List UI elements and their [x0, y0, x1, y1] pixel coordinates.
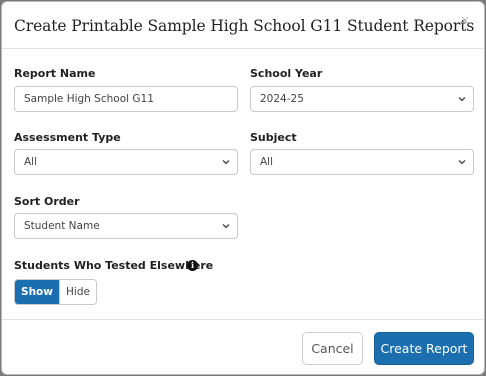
- tested-elsewhere-toggle: Show Hide: [14, 279, 97, 305]
- sort-order-value: Student Name: [24, 220, 100, 232]
- school-year-label: School Year: [250, 67, 323, 80]
- assessment-type-value: All: [24, 156, 38, 168]
- assessment-type-label: Assessment Type: [14, 131, 121, 144]
- create-report-button[interactable]: Create Report: [374, 332, 474, 365]
- create-report-dialog: Create Printable Sample High School G11 …: [1, 1, 485, 375]
- school-year-value: 2024-25: [260, 93, 304, 105]
- sort-order-select[interactable]: Student Name: [14, 213, 238, 239]
- school-year-select[interactable]: 2024-25: [250, 86, 474, 112]
- chevron-down-icon: [458, 97, 466, 102]
- subject-label: Subject: [250, 131, 297, 144]
- dialog-footer: Cancel Create Report: [2, 319, 484, 374]
- tested-elsewhere-label: Students Who Tested Elsewhere: [14, 259, 214, 272]
- cancel-button[interactable]: Cancel: [302, 332, 363, 365]
- chevron-down-icon: [458, 160, 466, 165]
- assessment-type-select[interactable]: All: [14, 149, 238, 175]
- dialog-header: Create Printable Sample High School G11 …: [2, 2, 484, 49]
- info-icon[interactable]: i: [187, 260, 198, 271]
- hide-toggle-button[interactable]: Hide: [59, 280, 96, 304]
- subject-select[interactable]: All: [250, 149, 474, 175]
- close-icon[interactable]: ×: [458, 13, 472, 28]
- show-toggle-button[interactable]: Show: [15, 280, 59, 304]
- chevron-down-icon: [222, 224, 230, 229]
- sort-order-label: Sort Order: [14, 195, 80, 208]
- report-name-label: Report Name: [14, 67, 96, 80]
- report-name-input[interactable]: Sample High School G11: [14, 86, 238, 112]
- subject-value: All: [260, 156, 274, 168]
- dialog-title: Create Printable Sample High School G11 …: [14, 17, 475, 35]
- chevron-down-icon: [222, 160, 230, 165]
